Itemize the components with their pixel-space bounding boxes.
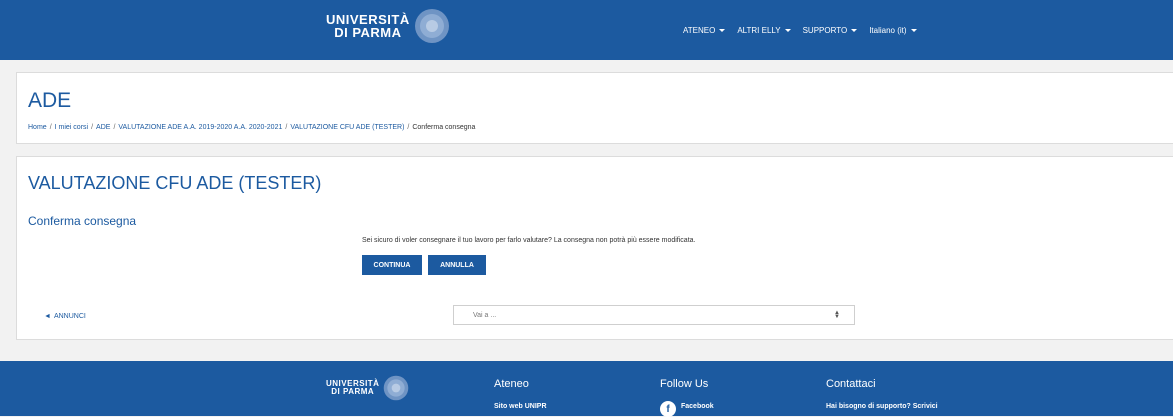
breadcrumb-home[interactable]: Home	[28, 124, 47, 131]
breadcrumb: Home / I miei corsi / ADE / VALUTAZIONE …	[28, 124, 475, 131]
breadcrumb-activity[interactable]: VALUTAZIONE CFU ADE (TESTER)	[290, 124, 404, 131]
university-logo[interactable]: UNIVERSITÀ DI PARMA	[326, 8, 450, 44]
confirm-message: Sei sicuro di voler consegnare il tuo la…	[362, 237, 696, 244]
menu-supporto-label: SUPPORTO	[802, 25, 848, 35]
breadcrumb-separator: /	[113, 124, 116, 131]
prev-activity-link[interactable]: ◄ ANNUNCI	[44, 313, 86, 320]
top-navbar: UNIVERSITÀ DI PARMA ATENEO ALTRI ELLY SU…	[0, 0, 1173, 60]
triangle-left-icon: ◄	[44, 313, 51, 320]
breadcrumb-separator: /	[91, 124, 94, 131]
logo-line2: DI PARMA	[334, 25, 402, 40]
footer-ateneo-title: Ateneo	[494, 378, 529, 390]
footer-contact-title: Contattaci	[826, 378, 876, 390]
footer-follow-title: Follow Us	[660, 378, 709, 390]
main-content: VALUTAZIONE CFU ADE (TESTER) Conferma co…	[16, 156, 1173, 340]
breadcrumb-separator: /	[49, 124, 52, 131]
activity-title: VALUTAZIONE CFU ADE (TESTER)	[28, 173, 322, 193]
footer-facebook-link[interactable]: Facebook	[681, 403, 714, 410]
logo-text: UNIVERSITÀ DI PARMA	[326, 13, 410, 39]
footer: UNIVERSITÀ DI PARMA Ateneo Sito web UNIP…	[0, 361, 1173, 417]
menu-altri-elly-label: ALTRI ELLY	[737, 25, 781, 35]
caret-down-icon	[784, 28, 791, 32]
footer-logo[interactable]: UNIVERSITÀ DI PARMA	[326, 375, 409, 401]
footer-unipr-link[interactable]: Sito web UNIPR	[494, 403, 547, 410]
university-seal-icon	[414, 9, 449, 43]
page-header: ADE Home / I miei corsi / ADE / VALUTAZI…	[16, 72, 1173, 144]
footer-logo-line2: DI PARMA	[331, 387, 375, 396]
page-title: ADE	[28, 89, 72, 112]
breadcrumb-current: Conferma consegna	[412, 124, 476, 131]
breadcrumb-ade[interactable]: ADE	[96, 124, 110, 131]
prev-activity-label: ANNUNCI	[53, 313, 86, 320]
jump-select-value: Vai a ...	[473, 311, 497, 319]
menu-supporto[interactable]: SUPPORTO	[803, 26, 858, 35]
continue-button[interactable]: CONTINUA	[362, 255, 422, 275]
jump-to-select[interactable]: Vai a ... ▲ ▼	[453, 305, 855, 325]
breadcrumb-my-courses[interactable]: I miei corsi	[55, 124, 88, 131]
footer-support-link[interactable]: Hai bisogno di supporto? Scrivici	[826, 403, 938, 410]
cancel-button[interactable]: ANNULLA	[428, 255, 486, 275]
menu-altri-elly[interactable]: ALTRI ELLY	[737, 25, 791, 35]
menu-ateneo[interactable]: ATENEO	[683, 25, 726, 35]
select-arrows-icon: ▲ ▼	[834, 310, 840, 320]
facebook-icon[interactable]: f	[660, 401, 676, 417]
language-label: Italiano (it)	[869, 25, 907, 35]
caret-down-icon	[719, 28, 726, 32]
nav-menu: ATENEO ALTRI ELLY SUPPORTO Italiano (it)	[683, 0, 917, 60]
university-seal-icon	[384, 375, 409, 401]
footer-logo-text: UNIVERSITÀ DI PARMA	[326, 380, 379, 396]
breadcrumb-separator: /	[285, 124, 288, 131]
button-row: CONTINUA ANNULLA	[362, 255, 486, 275]
language-menu[interactable]: Italiano (it)	[869, 25, 917, 35]
caret-down-icon	[851, 28, 858, 32]
breadcrumb-valutazione[interactable]: VALUTAZIONE ADE A.A. 2019-2020 A.A. 2020…	[118, 124, 282, 131]
menu-ateneo-label: ATENEO	[683, 25, 716, 35]
caret-down-icon	[910, 28, 917, 32]
section-title: Conferma consegna	[28, 214, 137, 228]
breadcrumb-separator: /	[407, 124, 410, 131]
